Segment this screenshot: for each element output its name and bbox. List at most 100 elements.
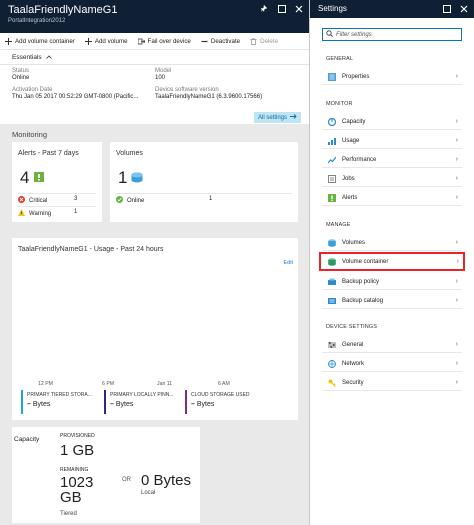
alerts-icon <box>328 193 336 202</box>
chevron-right-icon: › <box>455 341 458 348</box>
warning-row: Warning <box>18 209 51 218</box>
legend-primary-pinned-swatch <box>104 390 106 414</box>
settings-item-volume-container[interactable]: Volume container › <box>319 252 465 271</box>
volumes-icon <box>328 238 336 247</box>
settings-item-network[interactable]: Network › <box>322 356 462 372</box>
chevron-right-icon: › <box>455 297 458 304</box>
maximize-icon[interactable] <box>278 5 286 13</box>
close-icon[interactable] <box>295 5 303 13</box>
general-label: General <box>342 341 364 348</box>
alert-bell-icon <box>34 172 45 184</box>
deactivate-label: Deactivate <box>210 37 241 45</box>
backup-catalog-label: Backup catalog <box>342 297 384 304</box>
critical-count: 3 <box>74 196 78 202</box>
close-icon[interactable] <box>460 5 468 13</box>
chevron-right-icon: › <box>455 175 458 182</box>
add-volume-container-button[interactable]: Add volume container <box>5 37 75 45</box>
chevron-right-icon: › <box>455 360 458 367</box>
security-key-icon <box>328 379 336 387</box>
general-settings-icon <box>328 341 336 349</box>
delete-label: Delete <box>260 37 279 45</box>
settings-item-performance[interactable]: Performance › <box>322 152 462 168</box>
legend-primary-pinned-name: PRIMARY LOCALLY PINN... <box>110 392 174 398</box>
settings-item-backup-catalog[interactable]: Backup catalog › <box>322 293 462 309</box>
usage-icon <box>328 137 336 145</box>
online-row: Online <box>116 196 144 205</box>
filter-placeholder: Filter settings <box>336 31 372 38</box>
backup-policy-label: Backup policy <box>342 278 380 285</box>
filter-settings-input[interactable]: Filter settings <box>322 28 462 41</box>
jobs-label: Jobs <box>342 175 355 182</box>
settings-blade-header: Settings <box>310 0 474 18</box>
chevron-right-icon: › <box>455 278 458 285</box>
monitoring-area: Monitoring Alerts - Past 7 days 4 Critic… <box>0 124 309 525</box>
backup-policy-icon <box>328 278 336 286</box>
x-tick-0: 12 PM <box>38 381 53 387</box>
monitor-group-label: MONITOR <box>326 101 353 107</box>
settings-item-security[interactable]: Security › <box>322 375 462 391</box>
usage-chart-area <box>20 268 290 378</box>
legend-cloud-storage-value: Bytes <box>196 401 215 408</box>
capacity-tile[interactable]: Capacity PROVISIONED 1 GB REMAINING 1023… <box>12 427 200 523</box>
fail-over-button[interactable]: Fail over device <box>137 37 191 45</box>
settings-item-volumes[interactable]: Volumes › <box>322 235 462 251</box>
volumes-setting-label: Volumes <box>342 239 366 246</box>
activation-date-label: Activation Date <box>12 87 53 93</box>
chevron-right-icon: › <box>455 118 458 125</box>
chevron-right-icon: › <box>456 258 459 265</box>
alerts-setting-label: Alerts <box>342 194 358 201</box>
fail-over-label: Fail over device <box>147 37 191 45</box>
plus-icon <box>84 37 92 45</box>
legend-primary-tiered-name: PRIMARY TIERED STORA... <box>27 392 92 398</box>
backup-catalog-icon <box>328 297 336 305</box>
legend-cloud-storage-name: CLOUD STORAGE USED <box>191 392 250 398</box>
edit-link[interactable]: Edit <box>284 260 293 266</box>
network-label: Network <box>342 360 365 367</box>
chevron-right-icon: › <box>455 73 458 80</box>
warning-count: 1 <box>74 209 78 215</box>
performance-label: Performance <box>342 156 377 163</box>
pin-icon[interactable] <box>261 5 269 13</box>
search-icon <box>326 30 333 39</box>
device-blade: TaalaFriendlyNameG1 PortalIntegration201… <box>0 0 310 525</box>
local-label: Local <box>141 490 156 496</box>
device-title: TaalaFriendlyNameG1 <box>8 4 118 16</box>
volume-container-label: Volume container <box>342 258 389 265</box>
remaining-label: REMAINING <box>60 467 89 473</box>
all-settings-link[interactable]: All settings <box>253 112 301 123</box>
warning-label: Warning <box>29 210 52 217</box>
plus-icon <box>5 37 12 45</box>
settings-item-properties[interactable]: Properties › <box>322 69 462 85</box>
alerts-tile[interactable]: Alerts - Past 7 days 4 Critical 3 Warnin… <box>12 142 102 222</box>
critical-label: Critical <box>29 197 48 204</box>
volumes-tile[interactable]: Volumes 1 Online 1 <box>110 142 298 222</box>
software-version-value: TaalaFriendlyNameG1 (6.3.9600.17566) <box>155 94 263 100</box>
chevron-right-icon: › <box>455 194 458 201</box>
capacity-icon <box>327 117 337 126</box>
provisioned-label: PROVISIONED <box>60 433 95 439</box>
maximize-icon[interactable] <box>443 5 451 13</box>
settings-item-alerts[interactable]: Alerts › <box>322 190 462 206</box>
add-volume-button[interactable]: Add volume <box>84 37 128 45</box>
alerts-tile-title: Alerts - Past 7 days <box>18 150 79 157</box>
manage-group-label: MANAGE <box>326 222 351 228</box>
chevron-right-icon: › <box>455 137 458 144</box>
failover-icon <box>137 38 146 45</box>
online-check-icon <box>116 196 123 205</box>
essentials-toggle[interactable]: Essentials <box>0 50 309 65</box>
status-value: Online <box>12 75 30 81</box>
settings-item-capacity[interactable]: Capacity › <box>322 114 462 130</box>
general-group-label: GENERAL <box>326 56 353 62</box>
model-value: 100 <box>155 75 166 81</box>
delete-button[interactable]: Delete <box>250 38 278 45</box>
settings-item-jobs[interactable]: Jobs › <box>322 171 462 187</box>
deactivate-button[interactable]: Deactivate <box>201 38 240 45</box>
legend-cloud-storage: CLOUD STORAGE USED – Bytes <box>185 390 265 414</box>
settings-item-usage[interactable]: Usage › <box>322 133 462 149</box>
settings-item-backup-policy[interactable]: Backup policy › <box>322 274 462 290</box>
settings-item-general[interactable]: General › <box>322 337 462 353</box>
usage-tile[interactable]: TaalaFriendlyNameG1 - Usage - Past 24 ho… <box>12 238 298 420</box>
online-label: Online <box>127 197 145 204</box>
volume-container-icon <box>328 257 336 266</box>
add-volume-container-label: Add volume container <box>15 37 75 45</box>
